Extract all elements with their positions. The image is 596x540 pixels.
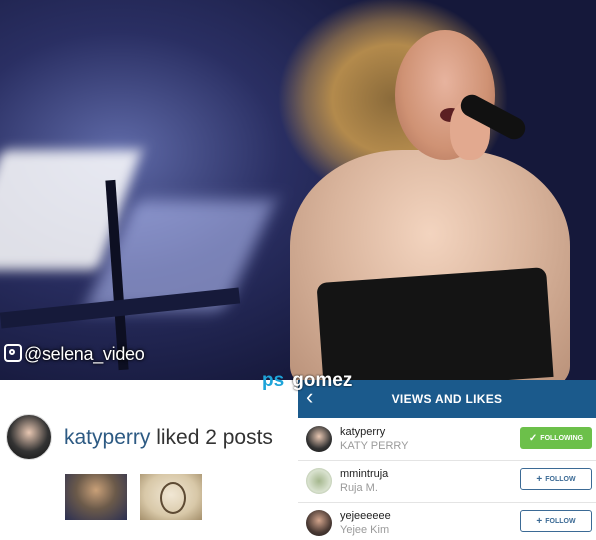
concert-photo: @selena_video [0, 0, 596, 380]
views-and-likes-panel: ‹ VIEWS AND LIKES katyperry KATY PERRY ✓… [298, 380, 596, 540]
follow-button-label: FOLLOW [545, 517, 576, 525]
list-item-fullname: KATY PERRY [340, 440, 409, 452]
list-item-fullname: Yejee Kim [340, 524, 390, 536]
following-button[interactable]: ✓ FOLLOWING [520, 427, 592, 449]
follow-button[interactable]: + FOLLOW [520, 468, 592, 490]
avatar[interactable] [6, 414, 52, 460]
watermark: ps gomez [262, 370, 352, 392]
activity-notification[interactable]: katyperry liked 2 posts [0, 380, 298, 540]
follow-button-label: FOLLOW [545, 475, 576, 483]
checkmark-icon: ✓ [528, 432, 538, 444]
list-item-username[interactable]: yejeeeeee [340, 510, 391, 522]
instagram-icon [4, 344, 22, 362]
divider [298, 460, 596, 461]
notification-username[interactable]: katyperry [64, 426, 150, 449]
liked-post-thumbnail[interactable] [140, 474, 202, 520]
follow-button[interactable]: + FOLLOW [520, 510, 592, 532]
avatar[interactable] [306, 510, 332, 536]
avatar[interactable] [306, 468, 332, 494]
following-button-label: FOLLOWING [540, 434, 584, 442]
divider [298, 502, 596, 503]
list-item[interactable]: katyperry KATY PERRY ✓ FOLLOWING [298, 420, 596, 460]
watermark-ps: ps [262, 370, 285, 391]
panel-title: VIEWS AND LIKES [391, 392, 503, 406]
avatar[interactable] [306, 426, 332, 452]
instagram-handle-text: @selena_video [24, 344, 145, 364]
list-item-fullname: Ruja M. [340, 482, 378, 494]
list-item-username[interactable]: mmintruja [340, 468, 388, 480]
list-item[interactable]: yejeeeeee Yejee Kim + FOLLOW [298, 504, 596, 540]
singer-dress [316, 267, 554, 380]
notification-action: liked 2 posts [156, 426, 273, 449]
notification-text: katyperry liked 2 posts [64, 426, 273, 450]
plus-icon: + [536, 473, 543, 485]
watermark-gomez: gomez [292, 370, 353, 391]
list-item-username[interactable]: katyperry [340, 426, 385, 438]
liked-post-thumbnail[interactable] [65, 474, 127, 520]
plus-icon: + [536, 515, 543, 527]
list-item[interactable]: mmintruja Ruja M. + FOLLOW [298, 462, 596, 502]
instagram-handle-overlay: @selena_video [4, 344, 145, 365]
